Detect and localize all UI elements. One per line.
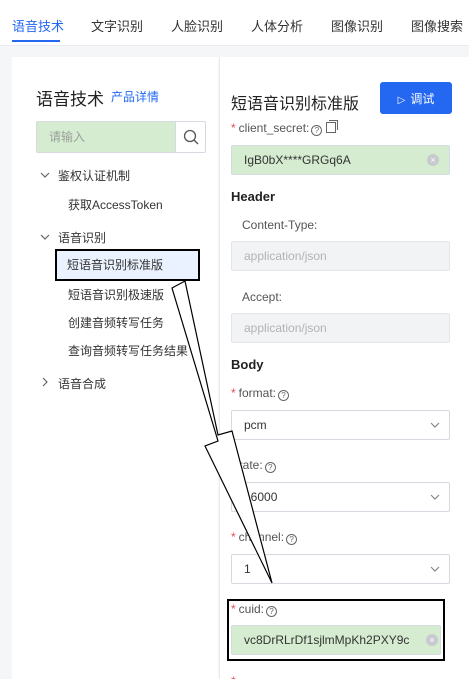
clear-icon[interactable]: × — [427, 154, 439, 166]
client-secret-label-text: client_secret: — [238, 121, 310, 135]
cuid-input[interactable]: vc8DrRLrDf1sjlmMpKh2PXY9c × — [231, 625, 441, 655]
nav-group-speech-recognition[interactable]: 语音识别 — [58, 229, 106, 246]
accept-input[interactable]: application/json — [231, 313, 450, 343]
search-input[interactable] — [37, 122, 175, 152]
play-icon: ▷ — [397, 94, 406, 106]
help-icon[interactable]: ? — [311, 125, 323, 136]
debug-button[interactable]: ▷ 调试 — [380, 82, 452, 114]
rate-select[interactable]: 16000 — [231, 482, 450, 512]
body-section-title: Body — [231, 357, 264, 372]
tab-body-analysis[interactable]: 人体分析 — [251, 16, 303, 35]
channel-label: * channel:? — [231, 530, 298, 545]
product-detail-link[interactable]: 产品详情 — [111, 88, 159, 105]
top-tabs: 语音技术 文字识别 人脸识别 人体分析 图像识别 图像搜索 — [0, 0, 469, 46]
format-label: * format:? — [231, 386, 290, 401]
tab-image-recognition[interactable]: 图像识别 — [331, 16, 383, 35]
api-debug-panel: 短语音识别标准版 ▷ 调试 * client_secret:? IgB0bX****… — [219, 57, 469, 679]
chevron-down-icon[interactable] — [40, 232, 50, 242]
next-field-label-partial: * — [231, 674, 239, 679]
rate-value: 16000 — [244, 490, 278, 504]
help-icon[interactable]: ? — [286, 534, 298, 545]
copy-icon[interactable] — [326, 120, 339, 133]
help-icon[interactable]: ? — [266, 606, 278, 617]
rate-label: * rate:? — [231, 458, 276, 473]
header-section-title: Header — [231, 189, 276, 204]
nav-item-query-transcription[interactable]: 查询音频转写任务结果 — [68, 342, 188, 359]
tab-ocr[interactable]: 文字识别 — [91, 16, 143, 35]
chevron-down-icon[interactable] — [40, 170, 50, 180]
help-icon[interactable]: ? — [278, 390, 290, 401]
format-value: pcm — [244, 418, 267, 432]
chevron-right-icon[interactable] — [40, 377, 50, 387]
nav-group-speech-synthesis[interactable]: 语音合成 — [58, 375, 106, 392]
chevron-down-icon — [430, 494, 440, 500]
channel-label-text: channel: — [238, 530, 285, 544]
active-tab-indicator — [12, 40, 60, 42]
client-secret-input[interactable]: IgB0bX****GRGq6A × — [231, 145, 450, 175]
tab-image-search[interactable]: 图像搜索 — [411, 16, 463, 35]
nav-item-get-accesstoken[interactable]: 获取AccessToken — [68, 196, 163, 213]
page-title: 短语音识别标准版 — [231, 96, 360, 113]
search-icon[interactable] — [175, 122, 205, 152]
clear-icon[interactable]: × — [426, 634, 438, 646]
format-label-text: format: — [238, 386, 277, 400]
nav-item-create-transcription[interactable]: 创建音频转写任务 — [68, 314, 164, 331]
channel-select[interactable]: 1 — [231, 554, 450, 584]
content-type-input[interactable]: application/json — [231, 241, 450, 271]
help-icon[interactable]: ? — [264, 462, 276, 473]
sidebar-title: 语音技术 — [36, 90, 104, 109]
cuid-label-text: cuid: — [238, 602, 265, 616]
chevron-down-icon — [430, 566, 440, 572]
client-secret-label: * client_secret:? — [231, 120, 339, 136]
nav-item-short-speech-fast[interactable]: 短语音识别极速版 — [68, 286, 164, 303]
cuid-label: * cuid:? — [231, 602, 278, 617]
debug-button-label: 调试 — [410, 91, 435, 106]
format-select[interactable]: pcm — [231, 410, 450, 440]
tab-face[interactable]: 人脸识别 — [171, 16, 223, 35]
sidebar: 语音技术 产品详情 鉴权认证机制 获取AccessToken 语音识别 短语音识… — [12, 57, 218, 679]
chevron-down-icon — [430, 422, 440, 428]
channel-value: 1 — [244, 562, 251, 576]
content-type-label: Content-Type: — [242, 218, 318, 232]
nav-group-auth[interactable]: 鉴权认证机制 — [58, 167, 130, 184]
nav-item-short-speech-standard[interactable]: 短语音识别标准版 — [55, 250, 199, 280]
rate-label-text: rate: — [238, 458, 263, 472]
cuid-value: vc8DrRLrDf1sjlmMpKh2PXY9c — [244, 633, 410, 647]
tab-speech[interactable]: 语音技术 — [12, 16, 64, 35]
sidebar-search — [36, 121, 206, 153]
client-secret-value: IgB0bX****GRGq6A — [244, 153, 351, 167]
accept-label: Accept: — [242, 290, 283, 304]
